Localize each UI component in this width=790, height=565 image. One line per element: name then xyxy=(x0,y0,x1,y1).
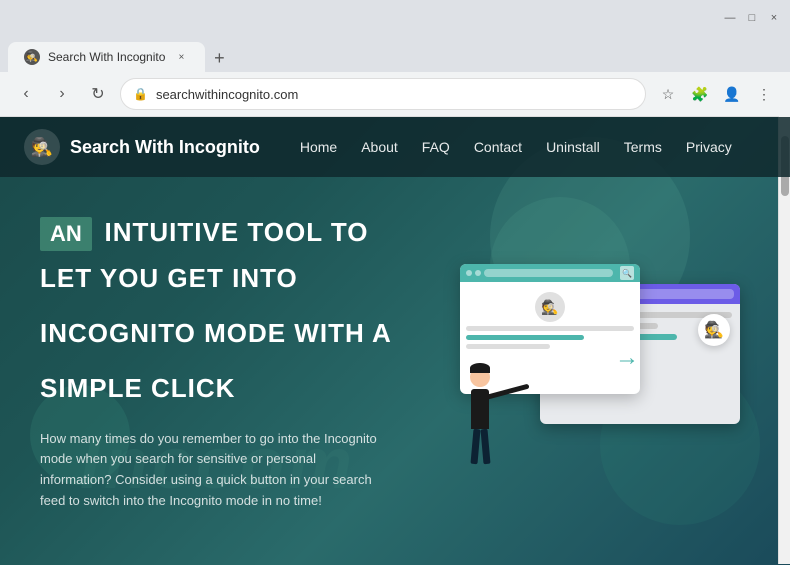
hero-title-inline: INTUITIVE TOOL TO xyxy=(96,217,368,247)
bw2-body: 🕵 xyxy=(460,282,640,355)
nav-privacy[interactable]: Privacy xyxy=(686,139,732,155)
menu-button[interactable]: ⋮ xyxy=(750,80,778,108)
brand-name: Search With Incognito xyxy=(70,137,260,158)
hero-tag: AN xyxy=(40,217,92,251)
illustration-arrow: → xyxy=(615,344,639,372)
bw2-icon: 🕵 xyxy=(535,292,565,322)
navbar: 🕵 Search With Incognito Home About FAQ C… xyxy=(0,117,790,177)
nav-faq[interactable]: FAQ xyxy=(422,139,450,155)
hero-title-3: INCOGNITO MODE WITH A xyxy=(40,318,410,349)
bw2-search-icon: 🔍 xyxy=(620,266,634,280)
address-bar-row: ‹ › ↻ 🔒 searchwithincognito.com ☆ 🧩 👤 ⋮ xyxy=(0,72,790,116)
nav-contact[interactable]: Contact xyxy=(474,139,522,155)
back-button[interactable]: ‹ xyxy=(12,80,40,108)
new-tab-button[interactable]: + xyxy=(205,44,233,72)
hero-left: AN INTUITIVE TOOL TO LET YOU GET INTO IN… xyxy=(40,217,410,512)
bw2-titlebar: 🔍 xyxy=(460,264,640,282)
hero-title-4: SIMPLE CLICK xyxy=(40,373,410,404)
title-bar: — □ × xyxy=(0,0,790,36)
bookmark-button[interactable]: ☆ xyxy=(654,80,682,108)
window-close-button[interactable]: × xyxy=(766,10,782,26)
bw2-line-1 xyxy=(466,326,634,331)
address-bar[interactable]: 🔒 searchwithincognito.com xyxy=(120,78,646,110)
minimize-button[interactable]: — xyxy=(722,10,738,26)
bw2-dot-1 xyxy=(466,270,472,276)
brand-icon: 🕵 xyxy=(31,137,53,158)
lock-icon: 🔒 xyxy=(133,87,148,101)
website-content: Inccom 🕵 Search With Incognito Home Abou… xyxy=(0,117,790,565)
hero-section: AN INTUITIVE TOOL TO LET YOU GET INTO IN… xyxy=(0,177,790,542)
active-tab[interactable]: 🕵 Search With Incognito × xyxy=(8,42,205,72)
nav-terms[interactable]: Terms xyxy=(624,139,662,155)
tab-bar: 🕵 Search With Incognito × + xyxy=(0,36,790,72)
nav-links: Home About FAQ Contact Uninstall Terms P… xyxy=(300,139,766,155)
bw2-dot-2 xyxy=(475,270,481,276)
toolbar-icons: ☆ 🧩 👤 ⋮ xyxy=(654,80,778,108)
hero-title-2: LET YOU GET INTO xyxy=(40,263,410,294)
hero-description: How many times do you remember to go int… xyxy=(40,429,380,512)
browser-chrome: — □ × 🕵 Search With Incognito × + ‹ › ↻ … xyxy=(0,0,790,117)
refresh-button[interactable]: ↻ xyxy=(84,80,112,108)
tab-favicon: 🕵 xyxy=(24,49,40,65)
nav-home[interactable]: Home xyxy=(300,139,337,155)
browser-illustration: 🕵 🔍 🕵 xyxy=(460,264,740,464)
profile-button[interactable]: 👤 xyxy=(718,80,746,108)
forward-button[interactable]: › xyxy=(48,80,76,108)
hero-illustration: 🕵 🔍 🕵 xyxy=(450,217,750,512)
nav-uninstall[interactable]: Uninstall xyxy=(546,139,600,155)
hero-tag-line: AN INTUITIVE TOOL TO xyxy=(40,217,410,257)
maximize-button[interactable]: □ xyxy=(744,10,760,26)
address-text: searchwithincognito.com xyxy=(156,87,633,102)
extensions-button[interactable]: 🧩 xyxy=(686,80,714,108)
nav-about[interactable]: About xyxy=(361,139,398,155)
figure-illustration xyxy=(470,367,490,464)
tab-close-button[interactable]: × xyxy=(173,49,189,65)
window-controls: — □ × xyxy=(722,10,782,26)
bw2-line-3 xyxy=(466,344,550,349)
bw2-line-2 xyxy=(466,335,584,340)
brand: 🕵 Search With Incognito xyxy=(24,129,260,165)
bw2-addr xyxy=(484,269,613,277)
brand-logo: 🕵 xyxy=(24,129,60,165)
tab-title: Search With Incognito xyxy=(48,50,165,64)
